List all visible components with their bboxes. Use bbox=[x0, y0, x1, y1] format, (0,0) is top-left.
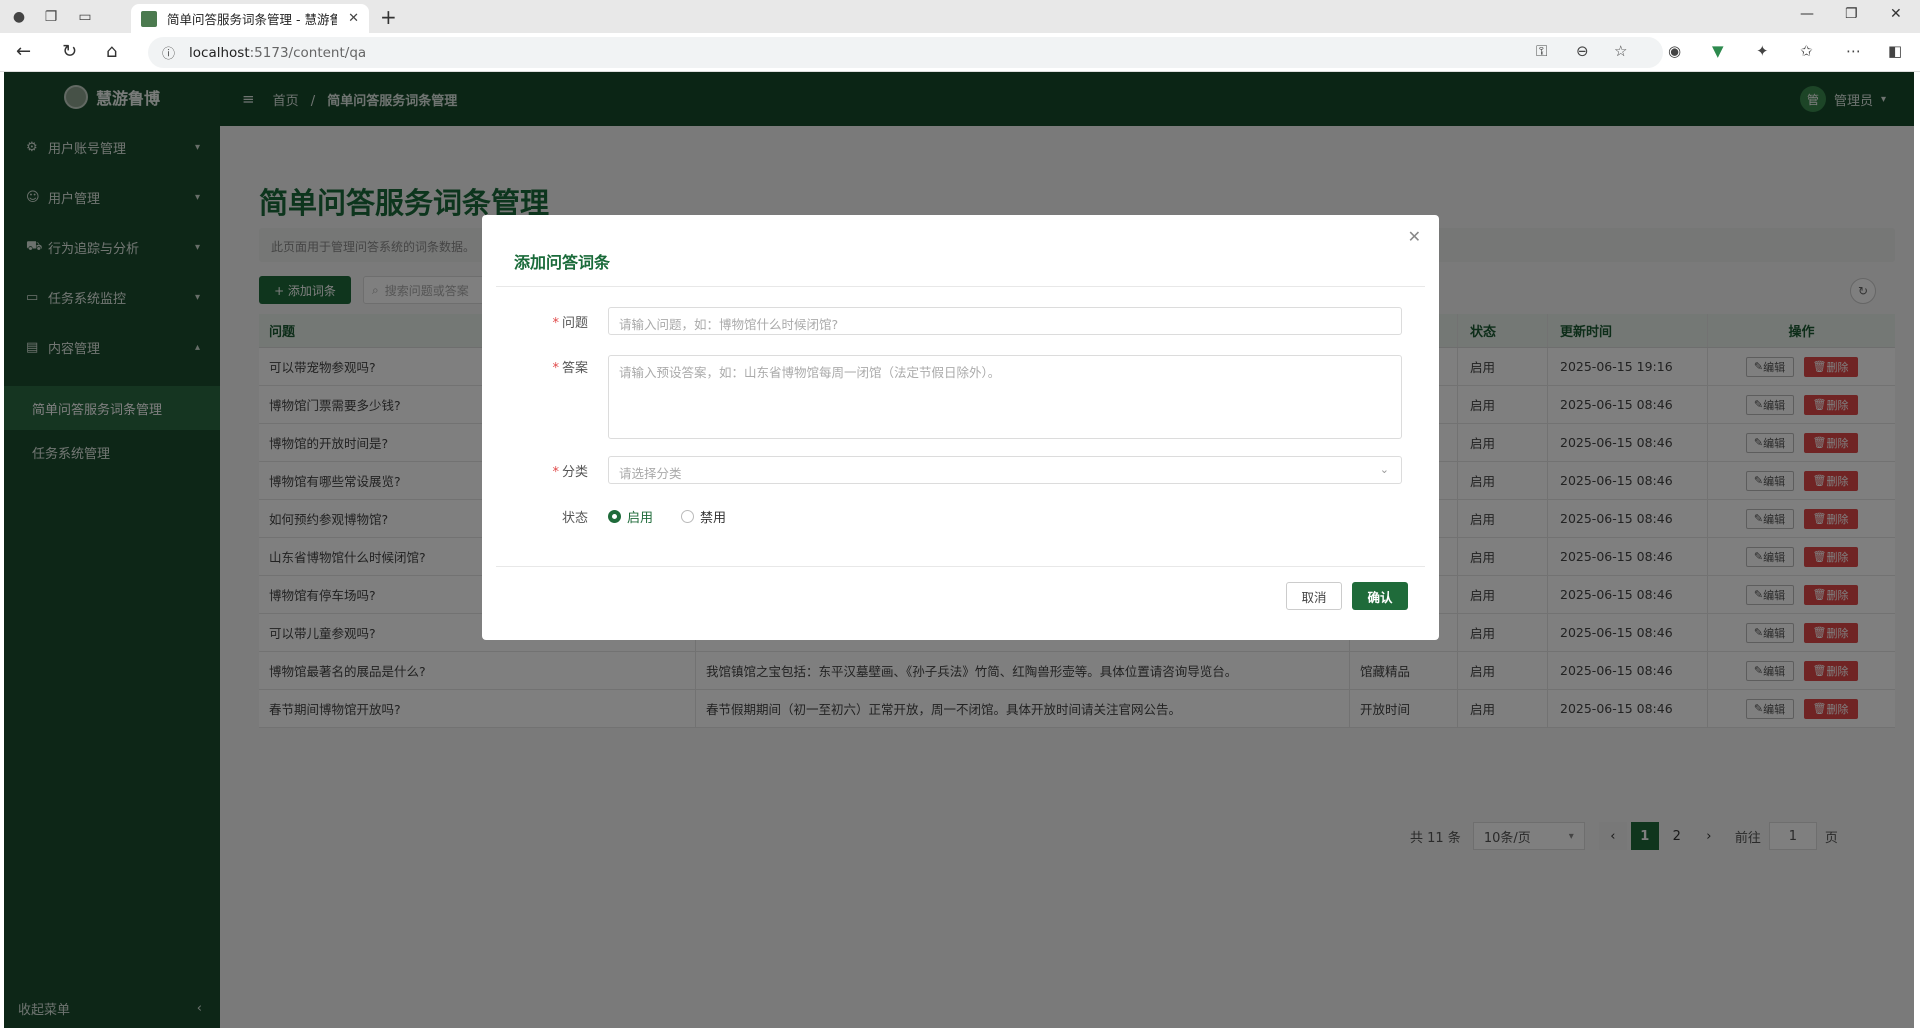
favicon-icon bbox=[141, 10, 157, 27]
password-key-icon[interactable]: ⚿ bbox=[1536, 42, 1547, 60]
minimize-icon[interactable]: — bbox=[1800, 6, 1814, 22]
workspaces-icon[interactable]: ❐ bbox=[40, 6, 62, 28]
info-icon[interactable]: ⓘ bbox=[162, 43, 175, 62]
close-window-icon[interactable]: ✕ bbox=[1890, 6, 1902, 22]
status-label: 状态 bbox=[561, 511, 588, 526]
browser-tab-strip: ● ❐ ▭ 简单问答服务词条管理 - 慧游鲁博 ✕ + — ❐ ✕ bbox=[0, 0, 1920, 33]
confirm-button[interactable]: 确认 bbox=[1352, 582, 1408, 610]
new-tab-icon[interactable]: + bbox=[380, 5, 397, 29]
question-input[interactable]: 请输入问题，如：博物馆什么时候闭馆? bbox=[608, 307, 1402, 335]
radio-checked-icon bbox=[608, 510, 621, 523]
vue-extension-icon[interactable]: ▼ bbox=[1712, 42, 1724, 60]
radio-unchecked-icon bbox=[681, 510, 695, 523]
chevron-down-icon: ⌄ bbox=[1379, 463, 1389, 476]
status-enabled-radio[interactable]: 启用 bbox=[608, 507, 653, 526]
question-label: * 问题 bbox=[552, 316, 588, 331]
browser-tab-active[interactable]: 简单问答服务词条管理 - 慧游鲁博 ✕ bbox=[131, 4, 369, 33]
profile-icon[interactable]: ● bbox=[8, 6, 30, 28]
address-bar: ← ↻ ⌂ ⓘ localhost:5173/content/qa ⚿ ⊖ ☆ … bbox=[0, 33, 1920, 72]
restore-icon[interactable]: ❐ bbox=[1845, 6, 1858, 22]
cookie-extension-icon[interactable]: ◉ bbox=[1668, 42, 1681, 60]
question-placeholder: 请输入问题，如：博物馆什么时候闭馆? bbox=[619, 317, 839, 332]
close-icon[interactable]: ✕ bbox=[1408, 227, 1421, 246]
tab-title: 简单问答服务词条管理 - 慧游鲁博 bbox=[167, 12, 337, 27]
url-host: localhost bbox=[189, 44, 250, 61]
zoom-icon[interactable]: ⊖ bbox=[1576, 42, 1589, 60]
answer-placeholder: 请输入预设答案，如：山东省博物馆每周一闭馆（法定节假日除外）。 bbox=[619, 365, 1001, 380]
answer-label: * 答案 bbox=[552, 361, 588, 376]
home-icon[interactable]: ⌂ bbox=[106, 41, 117, 62]
back-icon[interactable]: ← bbox=[16, 41, 31, 62]
cancel-button[interactable]: 取消 bbox=[1286, 582, 1342, 610]
status-radio-group: 启用 禁用 bbox=[608, 507, 754, 526]
status-disabled-radio[interactable]: 禁用 bbox=[681, 507, 726, 526]
modal-title: 添加问答词条 bbox=[514, 253, 611, 272]
url-path: :5173/content/qa bbox=[249, 44, 367, 61]
favorites-icon[interactable]: ✩ bbox=[1800, 42, 1813, 60]
category-placeholder: 请选择分类 bbox=[619, 466, 682, 481]
category-label: * 分类 bbox=[552, 465, 588, 480]
modal-divider bbox=[496, 286, 1425, 287]
add-qa-modal: 添加问答词条 ✕ * 问题 请输入问题，如：博物馆什么时候闭馆? * 答案 请输入预… bbox=[482, 215, 1439, 640]
tab-actions-icon[interactable]: ▭ bbox=[74, 6, 96, 28]
reload-icon[interactable]: ↻ bbox=[62, 41, 77, 62]
url-field[interactable]: ⓘ localhost:5173/content/qa bbox=[148, 37, 1663, 68]
favorite-star-icon[interactable]: ☆ bbox=[1614, 42, 1627, 60]
extensions-icon[interactable]: ✦ bbox=[1756, 42, 1769, 60]
answer-textarea[interactable]: 请输入预设答案，如：山东省博物馆每周一闭馆（法定节假日除外）。 bbox=[608, 355, 1402, 439]
status-disabled-label: 禁用 bbox=[700, 511, 727, 526]
more-icon[interactable]: ⋯ bbox=[1846, 42, 1861, 60]
tab-close-icon[interactable]: ✕ bbox=[348, 11, 359, 26]
category-select[interactable]: 请选择分类 ⌄ bbox=[608, 456, 1402, 484]
modal-footer-divider bbox=[496, 566, 1425, 567]
status-enabled-label: 启用 bbox=[627, 511, 654, 526]
sidebar-toggle-icon[interactable]: ◧ bbox=[1888, 42, 1902, 60]
